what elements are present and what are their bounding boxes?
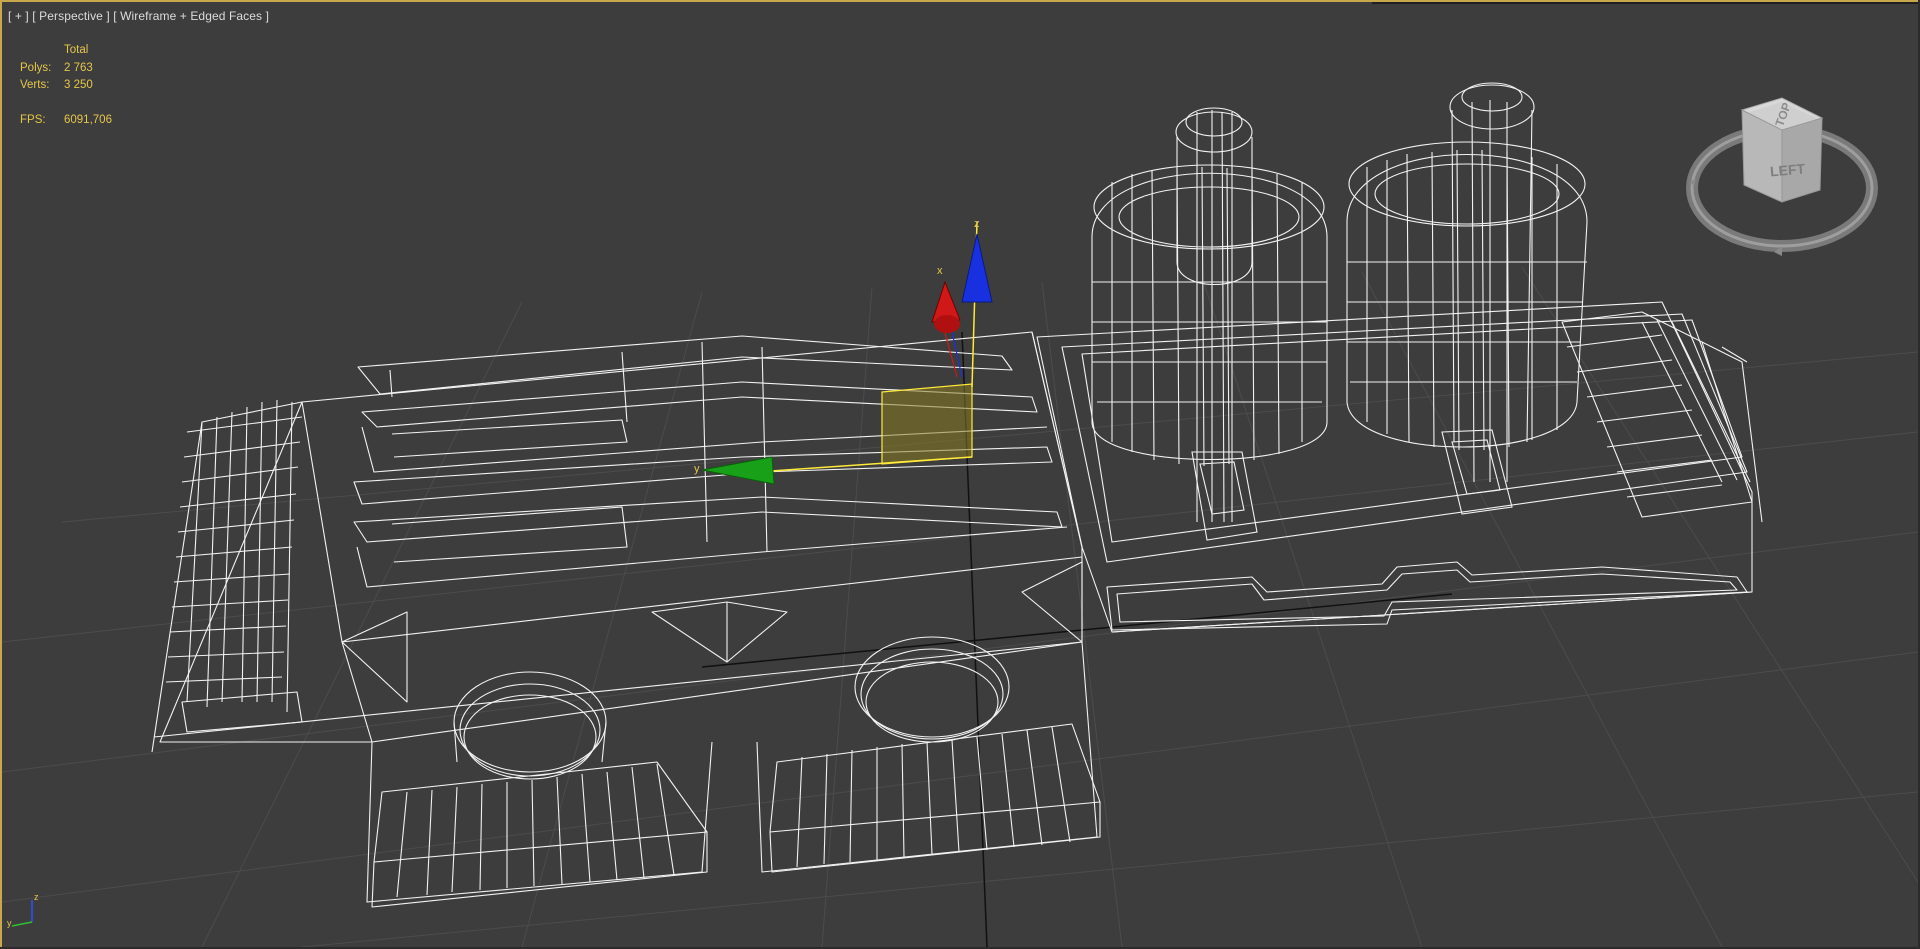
axis-tripod-y-label: y — [7, 918, 12, 928]
gizmo-y-arrow[interactable] — [701, 456, 775, 485]
right-bottle-mesh[interactable] — [1346, 82, 1588, 515]
viewport-label-bar: [ + ] [ Perspective ] [ Wireframe + Edge… — [8, 9, 269, 23]
fps-label: FPS: — [20, 113, 46, 126]
left-bottle-mesh[interactable] — [1091, 107, 1328, 541]
polys-value: 2 763 — [64, 61, 93, 74]
gizmo-x-label: x — [937, 265, 943, 277]
axis-tripod-z-label: z — [34, 892, 39, 902]
gizmo-z-label: z — [974, 218, 980, 230]
gizmo-y-label: y — [694, 463, 700, 475]
axis-tripod: z y — [7, 892, 39, 928]
viewcube-left-label: LEFT — [1769, 160, 1806, 179]
verts-label: Verts: — [20, 79, 50, 91]
viewport-menu-label[interactable]: [ + ] — [8, 9, 29, 23]
viewport-shading-label[interactable]: [ Wireframe + Edged Faces ] — [113, 9, 269, 23]
grid-center-lines — [701, 331, 1453, 947]
verts-value: 3 250 — [64, 79, 93, 91]
viewcube[interactable]: TOP LEFT — [1682, 90, 1882, 270]
perspective-viewport[interactable]: z x y [ + ] [ Perspective ] [ Wireframe … — [0, 0, 1918, 947]
polys-label: Polys: — [20, 61, 52, 74]
scene-canvas[interactable]: z x y — [2, 2, 1918, 947]
stats-header: Total — [64, 44, 89, 56]
fps-value: 6091,706 — [64, 113, 112, 126]
gizmo-z-arrow[interactable] — [961, 233, 993, 303]
viewport-view-label[interactable]: [ Perspective ] — [32, 9, 110, 23]
